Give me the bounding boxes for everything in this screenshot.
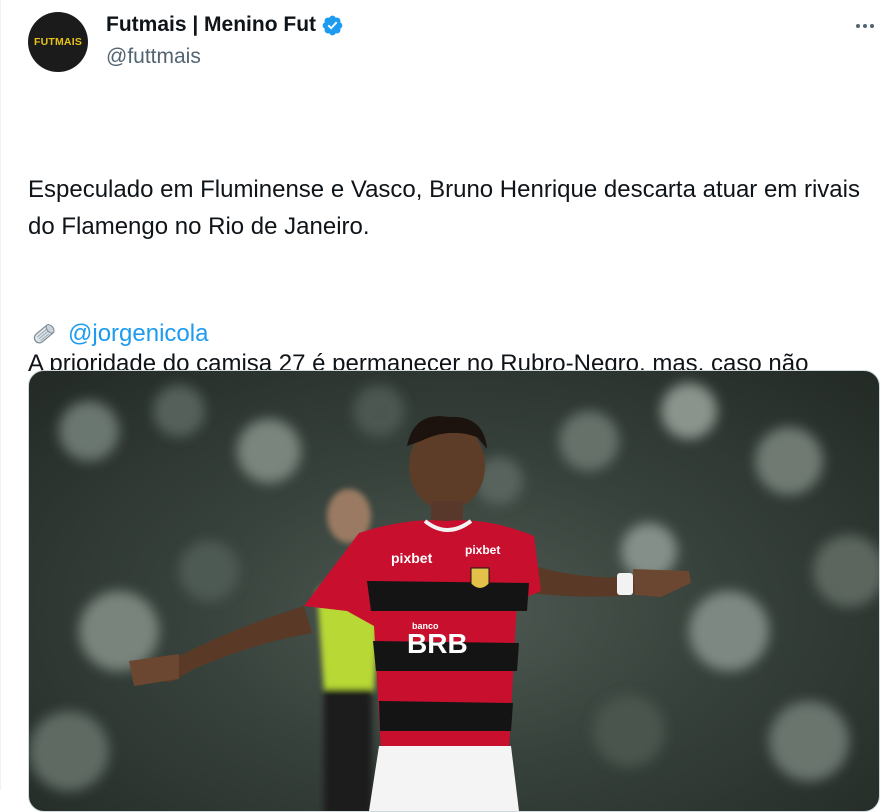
more-dot — [863, 24, 867, 28]
author-display-name[interactable]: Futmais | Menino Fut — [106, 13, 316, 37]
jersey-crest — [470, 567, 490, 589]
player-left-arm — [157, 606, 312, 683]
jersey-sponsor-left: pixbet — [391, 550, 433, 566]
verified-badge-icon[interactable] — [321, 14, 344, 37]
jersey-stripe — [367, 581, 529, 611]
newspaper-icon — [33, 324, 55, 344]
jersey-stripe — [379, 701, 513, 731]
tweet-photo[interactable]: pixbet pixbet banco BRB — [28, 370, 880, 812]
avatar[interactable]: FUTMAIS — [28, 12, 88, 72]
more-dot — [856, 24, 860, 28]
author-name-row: Futmais | Menino Fut — [106, 13, 344, 37]
source-mention-link[interactable]: @jorgenicola — [68, 320, 208, 348]
more-dot — [870, 24, 874, 28]
author-handle[interactable]: @futtmais — [106, 45, 201, 69]
player-photo: pixbet pixbet banco BRB — [29, 383, 879, 811]
jersey-sponsor-right: pixbet — [465, 543, 500, 557]
source-row: @jorgenicola — [28, 316, 208, 352]
player-wristband — [617, 573, 633, 595]
tweet-paragraph-1: Especulado em Fluminense e Vasco, Bruno … — [28, 176, 867, 240]
column-divider — [0, 0, 1, 790]
avatar-logo-text: FUTMAIS — [33, 36, 83, 48]
more-options-icon[interactable] — [850, 16, 880, 36]
player-shorts — [369, 746, 519, 811]
player-right-hand — [633, 569, 691, 597]
jersey-sponsor-main: BRB — [407, 628, 468, 659]
